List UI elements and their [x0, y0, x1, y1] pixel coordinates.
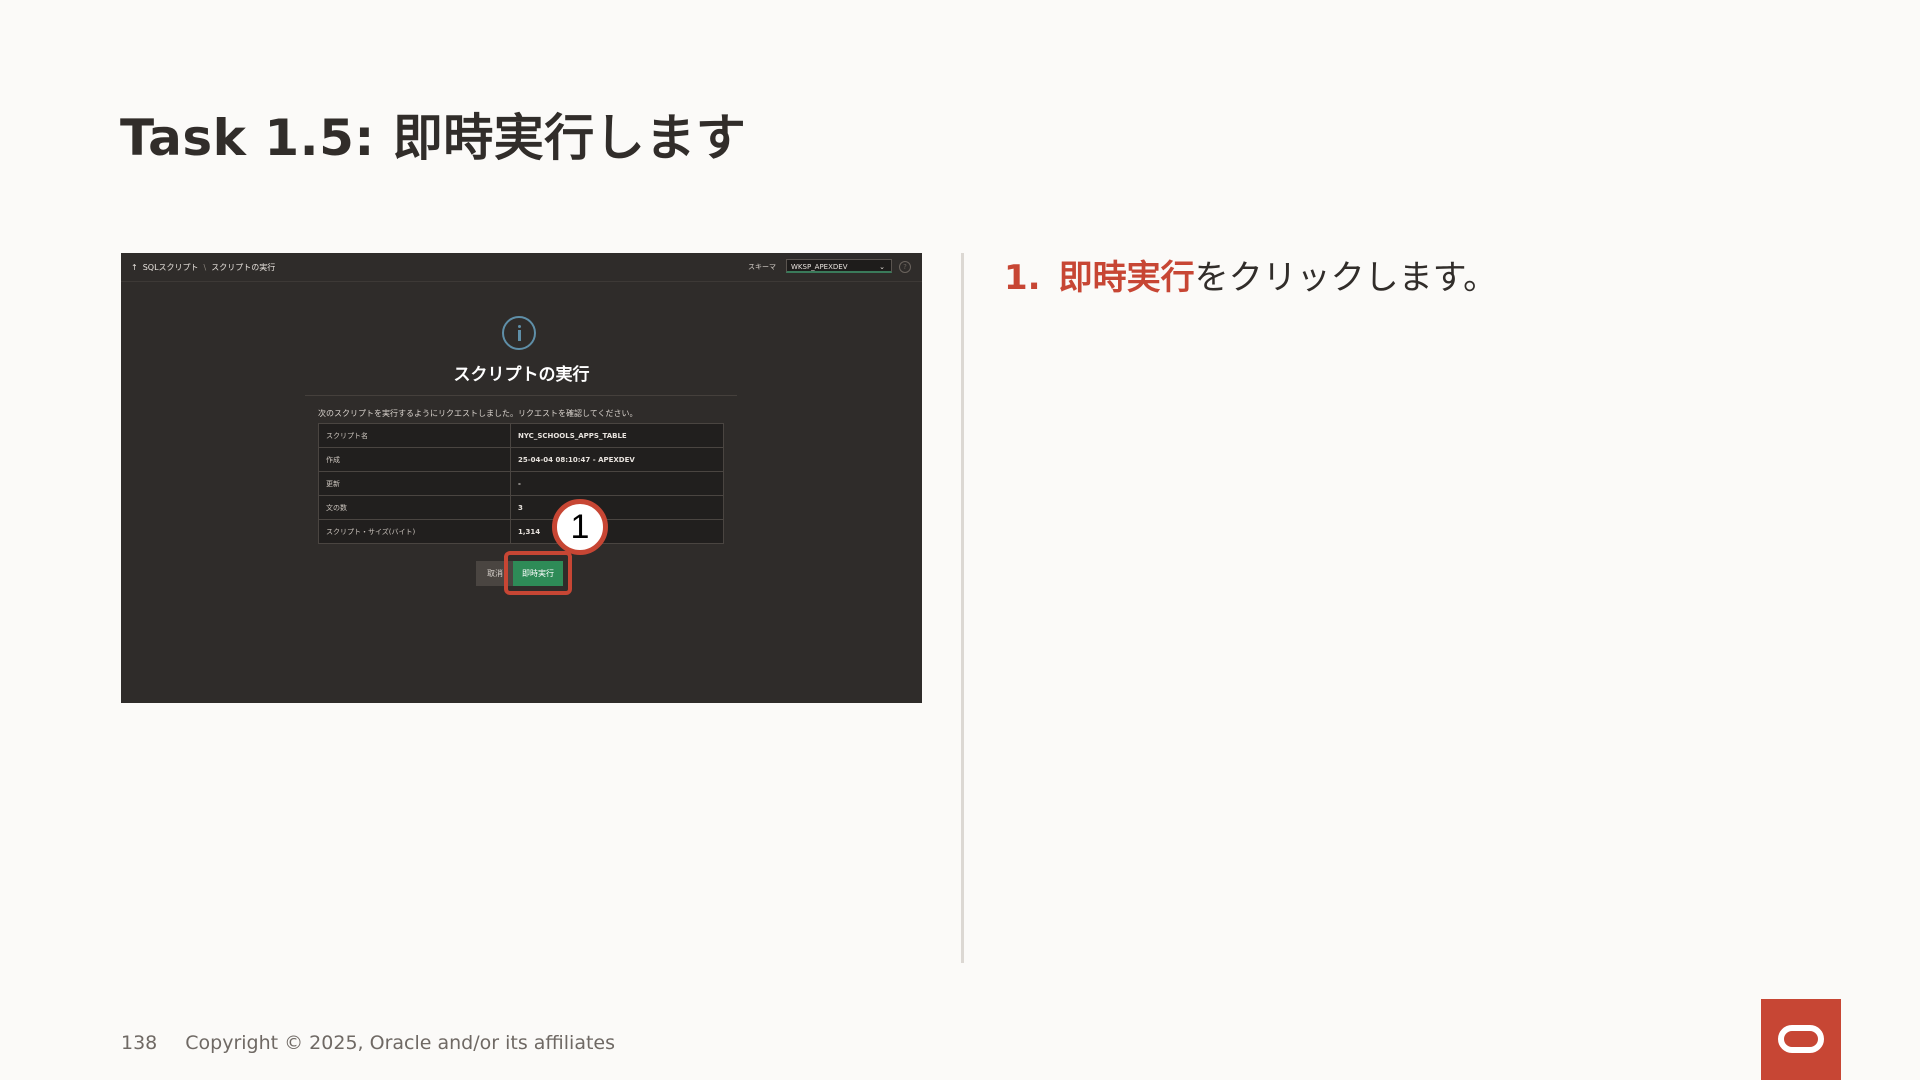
dialog-title: スクリプトの実行 — [453, 365, 590, 385]
property-value: 25-04-04 08:10:47 - APEXDEV — [510, 447, 724, 472]
highlight-box — [504, 551, 572, 595]
property-value: - — [510, 471, 724, 496]
divider — [305, 395, 737, 396]
chevron-down-icon: ⌄ — [879, 263, 885, 271]
confirmation-message: 次のスクリプトを実行するようにリクエストしました。リクエストを確認してください。 — [318, 409, 638, 418]
help-icon[interactable]: ? — [899, 261, 911, 273]
breadcrumb-separator: \ — [203, 263, 207, 272]
table-row: スクリプト・サイズ(バイト) 1,314 — [318, 519, 724, 544]
up-arrow-icon[interactable]: ↑ — [131, 263, 138, 272]
script-properties-table: スクリプト名 NYC_SCHOOLS_APPS_TABLE 作成 25-04-0… — [318, 423, 724, 544]
schema-label: スキーマ — [748, 263, 776, 271]
oracle-ring-icon — [1778, 1025, 1824, 1053]
step-text: をクリックします。 — [1194, 258, 1498, 298]
schema-select-value: WKSP_APEXDEV — [791, 263, 848, 271]
step-highlight: 即時実行 — [1058, 258, 1195, 298]
page-number: 138 — [121, 1032, 158, 1054]
breadcrumb-current: スクリプトの実行 — [211, 263, 276, 272]
table-row: スクリプト名 NYC_SCHOOLS_APPS_TABLE — [318, 423, 724, 448]
table-row: 更新 - — [318, 471, 724, 496]
property-label: 更新 — [318, 471, 511, 496]
vertical-divider — [961, 253, 964, 963]
breadcrumb: ↑ SQLスクリプト \ スクリプトの実行 — [131, 262, 275, 273]
table-row: 文の数 3 — [318, 495, 724, 520]
footer: 138 Copyright © 2025, Oracle and/or its … — [121, 1032, 615, 1054]
property-label: スクリプト・サイズ(バイト) — [318, 519, 511, 544]
slide-title: Task 1.5: 即時実行します — [120, 109, 747, 167]
property-label: 文の数 — [318, 495, 511, 520]
property-value: 3 — [510, 495, 724, 520]
schema-select[interactable]: WKSP_APEXDEV ⌄ — [786, 259, 892, 273]
copyright: Copyright © 2025, Oracle and/or its affi… — [185, 1032, 616, 1054]
property-value: NYC_SCHOOLS_APPS_TABLE — [510, 423, 724, 448]
oracle-logo — [1761, 999, 1841, 1080]
apex-topbar: ↑ SQLスクリプト \ スクリプトの実行 スキーマ WKSP_APEXDEV … — [121, 253, 922, 282]
property-label: スクリプト名 — [318, 423, 511, 448]
instruction-step: 1. 即時実行 をクリックします。 — [1004, 250, 1497, 299]
table-row: 作成 25-04-04 08:10:47 - APEXDEV — [318, 447, 724, 472]
step-number: 1. — [1004, 258, 1041, 298]
info-icon — [502, 316, 536, 350]
apex-screenshot: ↑ SQLスクリプト \ スクリプトの実行 スキーマ WKSP_APEXDEV … — [121, 253, 922, 703]
property-value: 1,314 — [510, 519, 724, 544]
step-callout-badge: 1 — [552, 499, 608, 555]
property-label: 作成 — [318, 447, 511, 472]
breadcrumb-parent[interactable]: SQLスクリプト — [143, 262, 199, 273]
